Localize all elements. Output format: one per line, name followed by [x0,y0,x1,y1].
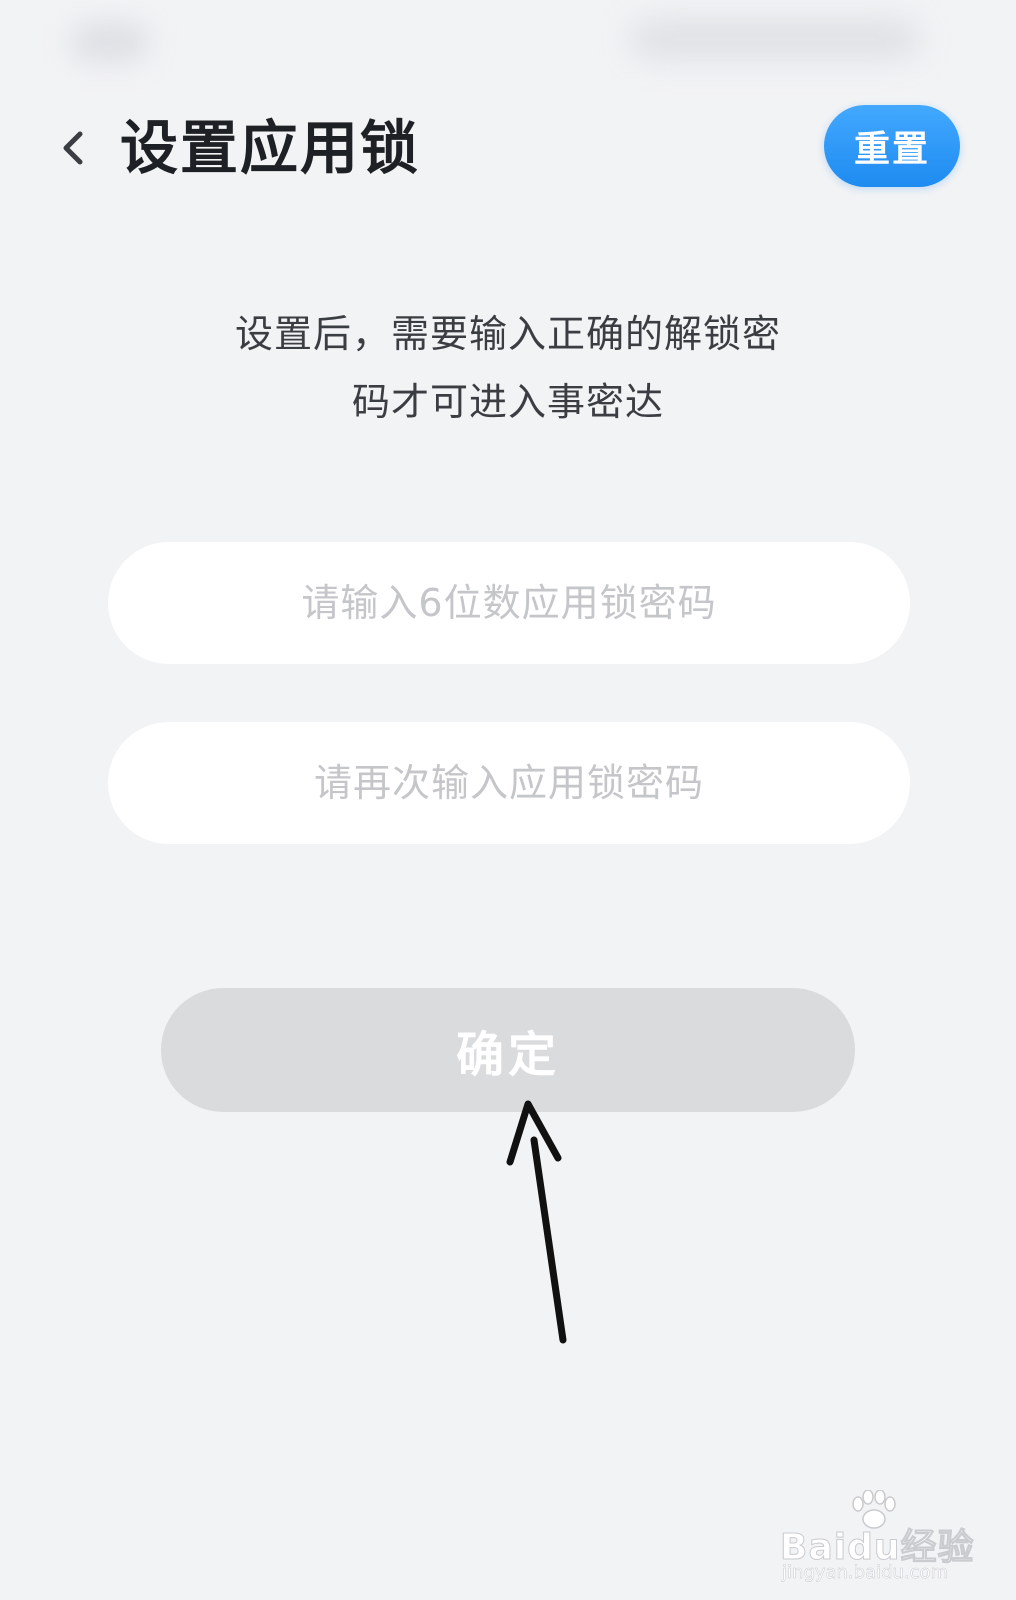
description-line-1: 设置后，需要输入正确的解锁密 [234,312,781,356]
description-line-2: 码才可进入事密达 [351,380,664,424]
chevron-left-icon [63,131,83,165]
description-text: 设置后，需要输入正确的解锁密 码才可进入事密达 [160,300,856,436]
baidu-watermark: Baidu经验 jingyan.baidu.com [770,1490,974,1584]
password-confirm-input[interactable] [108,722,910,844]
header: 设置应用锁 重置 [0,100,1016,196]
status-bar-right-blur [630,20,920,58]
reset-button[interactable]: 重置 [824,105,960,187]
password-input[interactable] [108,542,910,664]
watermark-url: jingyan.baidu.com [782,1562,949,1584]
status-bar-left-blur [70,22,150,62]
arrow-up-icon [506,1100,567,1344]
back-button[interactable] [50,120,96,176]
page-title: 设置应用锁 [120,114,421,182]
